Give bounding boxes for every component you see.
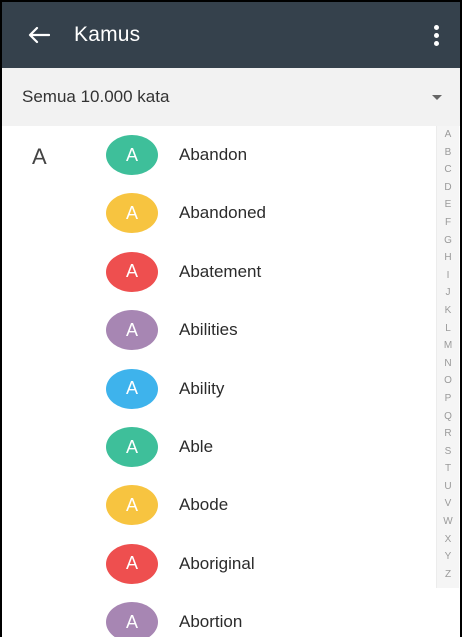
index-letter[interactable]: F	[437, 214, 459, 232]
avatar: A	[106, 193, 158, 234]
page-title: Kamus	[74, 23, 141, 46]
word-label: Ability	[179, 378, 225, 398]
index-letter[interactable]: C	[437, 161, 459, 179]
more-vert-icon	[433, 24, 439, 30]
arrow-left-icon	[28, 26, 50, 44]
index-letter[interactable]: A	[437, 126, 459, 144]
word-label: Abandoned	[179, 203, 266, 223]
index-letter[interactable]: Q	[437, 408, 459, 426]
back-button[interactable]	[22, 20, 56, 50]
index-letter[interactable]: W	[437, 513, 459, 531]
index-letter[interactable]: K	[437, 302, 459, 320]
list-item[interactable]: A Aboriginal	[2, 535, 430, 593]
word-label: Abatement	[179, 261, 262, 281]
list-item[interactable]: A Able	[2, 418, 430, 476]
list-item[interactable]: A Abilities	[2, 301, 430, 359]
index-letter[interactable]: E	[437, 196, 459, 214]
avatar: A	[106, 135, 158, 175]
overflow-menu-button[interactable]	[424, 20, 448, 50]
index-letter[interactable]: X	[437, 531, 459, 549]
avatar: A	[106, 602, 158, 637]
avatar: A	[106, 251, 158, 292]
index-letter[interactable]: D	[437, 179, 459, 197]
word-label: Aboriginal	[179, 553, 255, 573]
alphabet-index-scroller[interactable]: ABCDEFGHIJKLMNOPQRSTUVWXYZ	[436, 126, 459, 588]
index-letter[interactable]: S	[437, 443, 459, 461]
word-filter-dropdown[interactable]: Semua 10.000 kata	[2, 68, 460, 126]
index-letter[interactable]: P	[437, 390, 459, 408]
index-letter[interactable]: T	[437, 460, 459, 478]
index-letter[interactable]: B	[437, 144, 459, 162]
index-letter[interactable]: J	[437, 284, 459, 302]
index-letter[interactable]: O	[437, 372, 459, 390]
avatar: A	[106, 368, 158, 409]
index-letter[interactable]: Z	[437, 566, 459, 584]
avatar: A	[106, 485, 158, 526]
list-item[interactable]: A Abandon	[2, 126, 430, 184]
word-label: Abandon	[179, 145, 248, 164]
list-item[interactable]: A Abandoned	[2, 184, 430, 242]
list-item[interactable]: A Abortion	[2, 593, 430, 637]
index-letter[interactable]: H	[437, 249, 459, 267]
avatar: A	[106, 427, 158, 467]
index-letter[interactable]: N	[437, 355, 459, 373]
index-letter[interactable]: V	[437, 495, 459, 513]
index-letter[interactable]: Y	[437, 548, 459, 566]
word-label: Abortion	[179, 612, 243, 632]
index-letter[interactable]: I	[437, 267, 459, 285]
word-label: Abode	[179, 495, 229, 515]
avatar: A	[106, 310, 158, 351]
index-letter[interactable]: U	[437, 478, 459, 496]
list-item[interactable]: A Abatement	[2, 243, 430, 301]
list-item[interactable]: A Abode	[2, 476, 430, 534]
index-letter[interactable]: L	[437, 320, 459, 338]
avatar: A	[106, 543, 158, 584]
index-letter[interactable]: G	[437, 232, 459, 250]
index-letter[interactable]: M	[437, 337, 459, 355]
filter-selected-value: Semua 10.000 kata	[22, 87, 170, 106]
app-bar: Kamus	[2, 2, 460, 68]
dropdown-caret-icon	[432, 95, 442, 100]
index-letter[interactable]: R	[437, 425, 459, 443]
word-label: Abilities	[179, 320, 238, 340]
app-frame: Kamus Semua 10.000 kata A A Abandon A Aband…	[0, 0, 462, 637]
word-label: Able	[179, 437, 214, 456]
list-item[interactable]: A Ability	[2, 360, 430, 418]
